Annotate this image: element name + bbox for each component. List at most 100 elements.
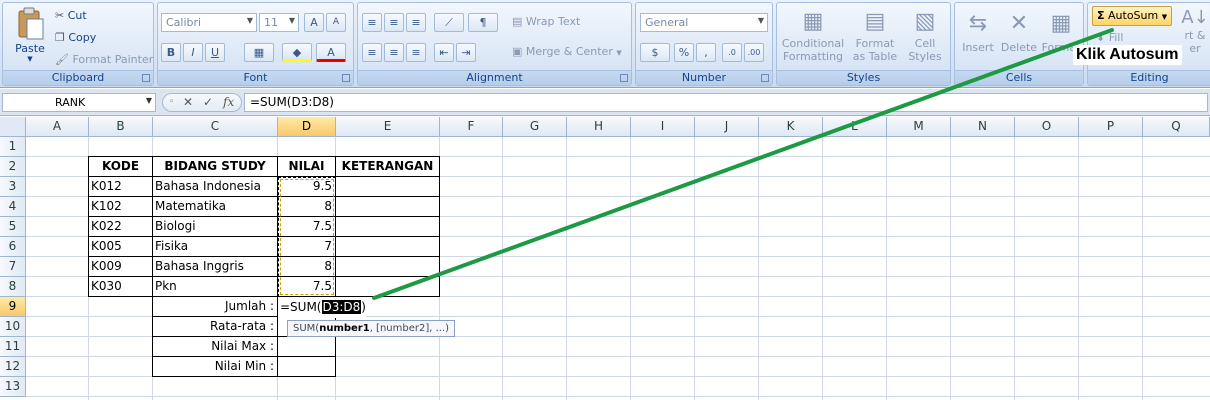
align-bottom-button[interactable]: ≡: [406, 13, 426, 32]
active-cell-editor[interactable]: =SUM(D3:D8): [278, 297, 366, 318]
dialog-launcher-icon[interactable]: [761, 74, 769, 82]
name-box[interactable]: RANK ▼: [2, 93, 156, 112]
column-header-q[interactable]: Q: [1143, 117, 1210, 137]
row-header-11[interactable]: 11: [0, 337, 26, 357]
rtl-button[interactable]: ¶: [468, 13, 498, 32]
select-all-corner[interactable]: [0, 117, 26, 137]
orientation-button[interactable]: ⟋: [434, 13, 464, 32]
delete-button[interactable]: ✕ Delete: [999, 7, 1039, 54]
cell-bidang-study[interactable]: Bahasa Indonesia: [152, 176, 278, 197]
header-kode[interactable]: KODE: [88, 156, 153, 177]
row-header-7[interactable]: 7: [0, 257, 26, 277]
row-header-8[interactable]: 8: [0, 277, 26, 297]
dialog-launcher-icon[interactable]: [342, 74, 350, 82]
cancel-icon[interactable]: ✕: [183, 95, 193, 109]
decrease-indent-button[interactable]: ⇤: [434, 43, 454, 62]
cut-button[interactable]: ✂ Cut: [55, 9, 87, 22]
percent-button[interactable]: %: [674, 43, 694, 62]
row-header-6[interactable]: 6: [0, 237, 26, 257]
column-header-i[interactable]: I: [631, 117, 695, 137]
fill-button[interactable]: ⬇ Fill: [1096, 31, 1123, 44]
font-size-select[interactable]: 11 ▼: [259, 13, 299, 32]
bold-button[interactable]: B: [161, 43, 181, 62]
cell-bidang-study[interactable]: Fisika: [152, 236, 278, 257]
fill-color-button[interactable]: ◆: [282, 43, 312, 62]
cell-kode[interactable]: K009: [88, 256, 153, 277]
cell-kode[interactable]: K030: [88, 276, 153, 297]
conditional-formatting-button[interactable]: ▦ Conditional Formatting: [781, 7, 845, 63]
cell-kode[interactable]: K022: [88, 216, 153, 237]
summary-label[interactable]: Rata-rata :: [152, 316, 278, 337]
paste-button[interactable]: Paste ▼: [11, 7, 49, 63]
column-header-f[interactable]: F: [440, 117, 503, 137]
italic-button[interactable]: I: [183, 43, 203, 62]
column-header-l[interactable]: L: [823, 117, 887, 137]
enter-icon[interactable]: ✓: [203, 95, 213, 109]
column-header-m[interactable]: M: [887, 117, 951, 137]
cell-keterangan[interactable]: [335, 236, 440, 257]
column-header-g[interactable]: G: [503, 117, 567, 137]
cell-nilai[interactable]: 7.5: [277, 216, 336, 237]
header-bidang-study[interactable]: BIDANG STUDY: [152, 156, 278, 177]
align-center-button[interactable]: ≡: [384, 43, 404, 62]
cell-bidang-study[interactable]: Biologi: [152, 216, 278, 237]
header-keterangan[interactable]: KETERANGAN: [335, 156, 440, 177]
comma-button[interactable]: ,: [696, 43, 716, 62]
cell-keterangan[interactable]: [335, 196, 440, 217]
formula-input[interactable]: =SUM(D3:D8): [244, 93, 1208, 112]
wrap-text-button[interactable]: ▤ Wrap Text: [512, 15, 580, 28]
increase-indent-button[interactable]: ⇥: [456, 43, 476, 62]
cell-nilai[interactable]: 9.5: [277, 176, 336, 197]
dialog-launcher-icon[interactable]: [620, 74, 628, 82]
cell-keterangan[interactable]: [335, 216, 440, 237]
align-left-button[interactable]: ≡: [362, 43, 382, 62]
column-header-e[interactable]: E: [336, 117, 440, 137]
shrink-font-button[interactable]: A: [326, 13, 346, 32]
insert-button[interactable]: ⇆ Insert: [959, 7, 997, 54]
merge-center-button[interactable]: ▣ Merge & Center ▼: [512, 45, 622, 58]
cell-kode[interactable]: K012: [88, 176, 153, 197]
column-header-d[interactable]: D: [278, 117, 336, 137]
row-header-10[interactable]: 10: [0, 317, 26, 337]
column-header-o[interactable]: O: [1015, 117, 1079, 137]
row-header-5[interactable]: 5: [0, 217, 26, 237]
row-header-9[interactable]: 9: [0, 297, 26, 317]
cell-nilai[interactable]: 8: [277, 196, 336, 217]
column-header-b[interactable]: B: [89, 117, 153, 137]
insert-function-icon[interactable]: fx: [223, 95, 234, 109]
cell-keterangan[interactable]: [335, 176, 440, 197]
increase-decimal-button[interactable]: .0: [722, 43, 742, 62]
summary-label[interactable]: Nilai Max :: [152, 336, 278, 357]
cell-bidang-study[interactable]: Bahasa Inggris: [152, 256, 278, 277]
cell-nilai[interactable]: 8: [277, 256, 336, 277]
format-painter-button[interactable]: 🖌 Format Painter: [55, 53, 153, 66]
cell-keterangan[interactable]: [335, 276, 440, 297]
row-header-1[interactable]: 1: [0, 137, 26, 157]
autosum-button[interactable]: Σ AutoSum ▼: [1092, 6, 1173, 26]
font-name-select[interactable]: Calibri ▼: [161, 13, 257, 32]
align-top-button[interactable]: ≡: [362, 13, 382, 32]
cell-bidang-study[interactable]: Matematika: [152, 196, 278, 217]
column-header-k[interactable]: K: [759, 117, 823, 137]
cell-kode[interactable]: K102: [88, 196, 153, 217]
font-color-button[interactable]: A: [316, 43, 346, 62]
column-header-j[interactable]: J: [695, 117, 759, 137]
sort-filter-button[interactable]: A↓ rt & er: [1180, 7, 1210, 55]
summary-label[interactable]: Nilai Min :: [152, 356, 278, 377]
row-header-13[interactable]: 13: [0, 377, 26, 397]
cell-bidang-study[interactable]: Pkn: [152, 276, 278, 297]
worksheet-grid[interactable]: ABCDEFGHIJKLMNOPQ 1 2 3 4 5 6 7 8 9 10 11 12 13 KODE…: [0, 117, 1210, 400]
copy-button[interactable]: ❐ Copy: [55, 31, 96, 44]
align-right-button[interactable]: ≡: [406, 43, 426, 62]
column-header-a[interactable]: A: [26, 117, 89, 137]
cell-kode[interactable]: K005: [88, 236, 153, 257]
currency-button[interactable]: $: [640, 43, 670, 62]
header-nilai[interactable]: NILAI: [277, 156, 336, 177]
summary-value[interactable]: [277, 336, 336, 357]
function-tooltip[interactable]: SUM(number1, [number2], ...): [287, 320, 456, 337]
cell-nilai[interactable]: 7.5: [277, 276, 336, 297]
column-header-n[interactable]: N: [951, 117, 1015, 137]
row-header-2[interactable]: 2: [0, 157, 26, 177]
cell-keterangan[interactable]: [335, 256, 440, 277]
format-as-table-button[interactable]: ▤ Format as Table: [849, 7, 901, 63]
